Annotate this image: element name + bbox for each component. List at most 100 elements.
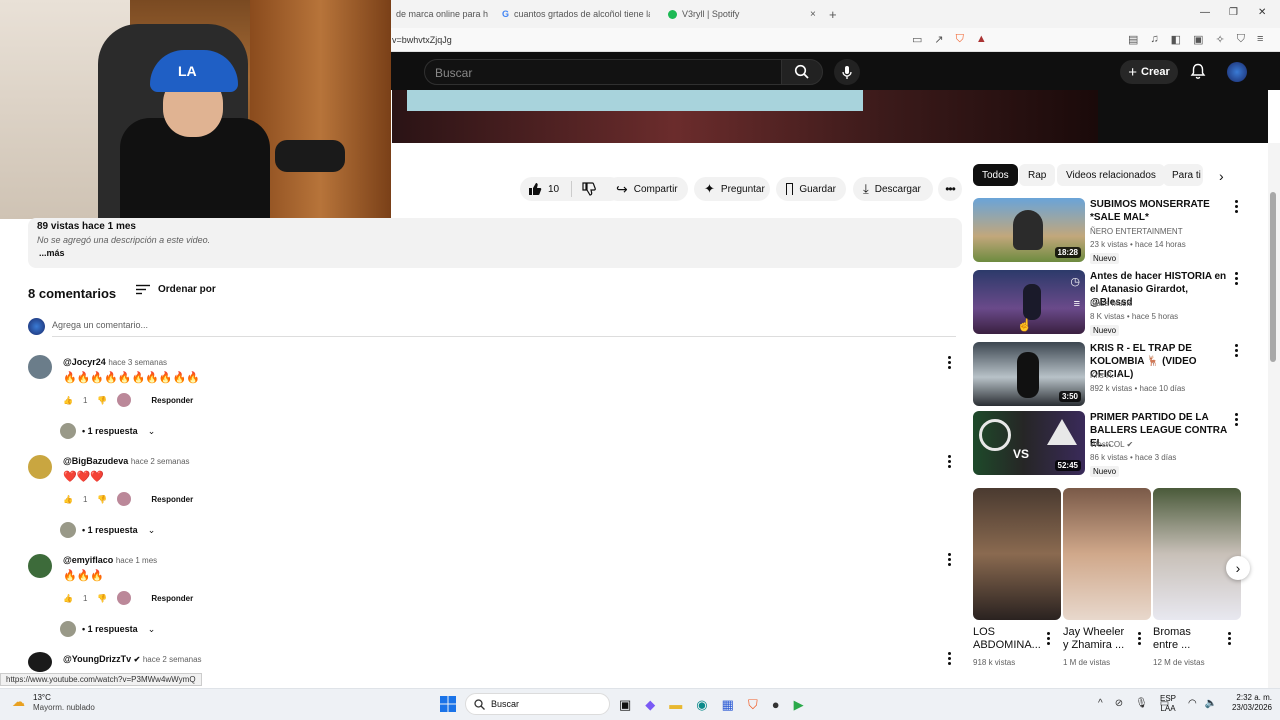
- ask-button[interactable]: ✦ Preguntar: [694, 177, 770, 201]
- short-thumbnail[interactable]: [1153, 488, 1241, 620]
- browser-tab[interactable]: Gcuantos grtados de alcoñol tiene la ...: [502, 4, 650, 24]
- comment-more-icon[interactable]: [943, 652, 955, 665]
- close-window-icon[interactable]: ✕: [1258, 7, 1266, 18]
- reply-button[interactable]: Responder: [151, 594, 193, 603]
- menu-icon[interactable]: ≡: [1257, 33, 1263, 46]
- url-field[interactable]: v=bwhvtxZjqJg: [392, 35, 452, 45]
- chip-para-ti[interactable]: Para ti: [1163, 164, 1203, 186]
- create-button[interactable]: + Crear: [1120, 60, 1178, 84]
- comment-dislike-icon[interactable]: 👎: [97, 396, 107, 405]
- ai-icon[interactable]: ✧: [1215, 33, 1224, 46]
- start-icon[interactable]: [440, 696, 456, 717]
- comment-more-icon[interactable]: [943, 356, 955, 369]
- video-thumbnail[interactable]: VS 52:45: [973, 411, 1085, 475]
- short-title[interactable]: Jay Wheeler y Zhamira ...: [1063, 626, 1129, 652]
- cast-icon[interactable]: ▭: [912, 33, 922, 46]
- browser-tab[interactable]: de marca online para ho: [396, 4, 488, 24]
- video-more-icon[interactable]: [1230, 200, 1242, 213]
- video-more-icon[interactable]: [1230, 272, 1242, 285]
- media-icon[interactable]: ♫: [1150, 33, 1158, 46]
- add-queue-icon[interactable]: ≡: [1074, 298, 1080, 310]
- rewards-icon[interactable]: ▲: [976, 33, 987, 46]
- download-button[interactable]: ⤓ Descargar: [853, 177, 933, 201]
- comment-like-icon[interactable]: 👍: [63, 594, 73, 603]
- quick-settings[interactable]: ◠ 🔈: [1188, 698, 1217, 709]
- weather-icon[interactable]: ☁: [12, 694, 25, 710]
- wallet-icon[interactable]: ▣: [1193, 33, 1203, 46]
- brave-shield-icon[interactable]: ⛉: [956, 33, 964, 46]
- short-title[interactable]: Bromas entre ...: [1153, 626, 1213, 652]
- short-thumbnail[interactable]: [1063, 488, 1151, 620]
- short-more-icon[interactable]: [1042, 632, 1054, 645]
- chevron-right-icon[interactable]: ›: [1219, 168, 1224, 184]
- short-more-icon[interactable]: [1133, 632, 1145, 645]
- restore-icon[interactable]: ❐: [1229, 7, 1238, 18]
- store-icon[interactable]: ▦: [722, 697, 734, 713]
- app-icon[interactable]: ▶: [794, 697, 804, 713]
- reply-button[interactable]: Responder: [151, 396, 193, 405]
- minimize-icon[interactable]: —: [1200, 7, 1210, 18]
- edge-icon[interactable]: ◉: [696, 697, 707, 713]
- brave-icon[interactable]: ⛉: [748, 697, 758, 713]
- mic-tray-icon[interactable]: 🎙: [1135, 698, 1148, 709]
- comment-author[interactable]: @emyiflaco hace 1 mes: [63, 555, 157, 565]
- comment-dislike-icon[interactable]: 👎: [97, 594, 107, 603]
- video-title[interactable]: SUBIMOS MONSERRATE *SALE MAL*: [1090, 198, 1230, 224]
- chip-todos[interactable]: Todos: [973, 164, 1018, 186]
- comment-more-icon[interactable]: [943, 455, 955, 468]
- shorts-next-button[interactable]: ›: [1226, 556, 1250, 580]
- file-explorer-icon[interactable]: ▬: [669, 697, 682, 713]
- reply-button[interactable]: Responder: [151, 495, 193, 504]
- replies-toggle[interactable]: • 1 respuesta ⌄: [60, 423, 155, 439]
- comment-like-icon[interactable]: 👍: [63, 495, 73, 504]
- more-actions-button[interactable]: •••: [938, 177, 962, 201]
- watch-later-icon[interactable]: ◷: [1070, 275, 1080, 288]
- channel-name[interactable]: Kris R. ✔: [1090, 371, 1123, 380]
- short-title[interactable]: LOS ABDOMINA...: [973, 626, 1041, 652]
- video-thumbnail[interactable]: 18:28: [973, 198, 1085, 262]
- commenter-avatar[interactable]: [28, 455, 52, 479]
- commenter-avatar[interactable]: [28, 554, 52, 578]
- commenter-avatar[interactable]: [28, 355, 52, 379]
- clock[interactable]: 2:32 a. m. 23/03/2026: [1228, 693, 1272, 713]
- channel-name[interactable]: ÑERO ENTERTAINMENT: [1090, 227, 1183, 236]
- search-input[interactable]: Buscar: [424, 59, 782, 85]
- commenter-avatar[interactable]: [28, 652, 52, 672]
- short-thumbnail[interactable]: [973, 488, 1061, 620]
- notifications-button[interactable]: [1190, 63, 1206, 85]
- tray-overflow-icon[interactable]: ^: [1098, 698, 1103, 709]
- voice-search-button[interactable]: [834, 59, 860, 85]
- new-tab-button[interactable]: +: [829, 4, 843, 24]
- show-more-link[interactable]: ...más: [39, 248, 65, 258]
- chip-related[interactable]: Videos relacionados: [1057, 164, 1165, 186]
- weather-widget[interactable]: 13°C Mayorm. nublado: [33, 693, 95, 713]
- close-tab-icon[interactable]: ×: [810, 4, 820, 24]
- replies-toggle[interactable]: • 1 respuesta ⌄: [60, 621, 155, 637]
- steam-icon[interactable]: ●: [772, 697, 780, 713]
- comment-like-icon[interactable]: 👍: [63, 396, 73, 405]
- video-thumbnail[interactable]: 3:50: [973, 342, 1085, 406]
- short-more-icon[interactable]: [1223, 632, 1235, 645]
- reader-icon[interactable]: ▤: [1128, 33, 1138, 46]
- share-page-icon[interactable]: ↗: [934, 33, 943, 46]
- comment-author[interactable]: @YoungDrizzTv ✔ hace 2 semanas: [63, 654, 202, 664]
- video-more-icon[interactable]: [1230, 413, 1242, 426]
- share-button[interactable]: ↪ Compartir: [606, 177, 688, 201]
- sort-button[interactable]: Ordenar por: [136, 284, 216, 295]
- task-view-icon[interactable]: ▣: [619, 697, 631, 713]
- account-avatar[interactable]: [1227, 62, 1247, 82]
- channel-name[interactable]: WestCOL ✔: [1090, 440, 1133, 449]
- taskbar-search[interactable]: Buscar: [465, 693, 610, 715]
- chip-rap[interactable]: Rap: [1019, 164, 1056, 186]
- language-indicator[interactable]: ESP LAA: [1160, 694, 1176, 714]
- comment-more-icon[interactable]: [943, 553, 955, 566]
- search-button[interactable]: [781, 59, 823, 85]
- like-button[interactable]: 10: [528, 182, 559, 196]
- comment-dislike-icon[interactable]: 👎: [97, 495, 107, 504]
- browser-tab[interactable]: V3ryll | Spotify: [668, 4, 808, 24]
- replies-toggle[interactable]: • 1 respuesta ⌄: [60, 522, 155, 538]
- scrollbar-thumb[interactable]: [1270, 192, 1276, 362]
- channel-name[interactable]: Isaza Music: [1090, 299, 1132, 308]
- comment-author[interactable]: @BigBazudeva hace 2 semanas: [63, 456, 190, 466]
- vpn-icon[interactable]: ⛉: [1237, 33, 1245, 46]
